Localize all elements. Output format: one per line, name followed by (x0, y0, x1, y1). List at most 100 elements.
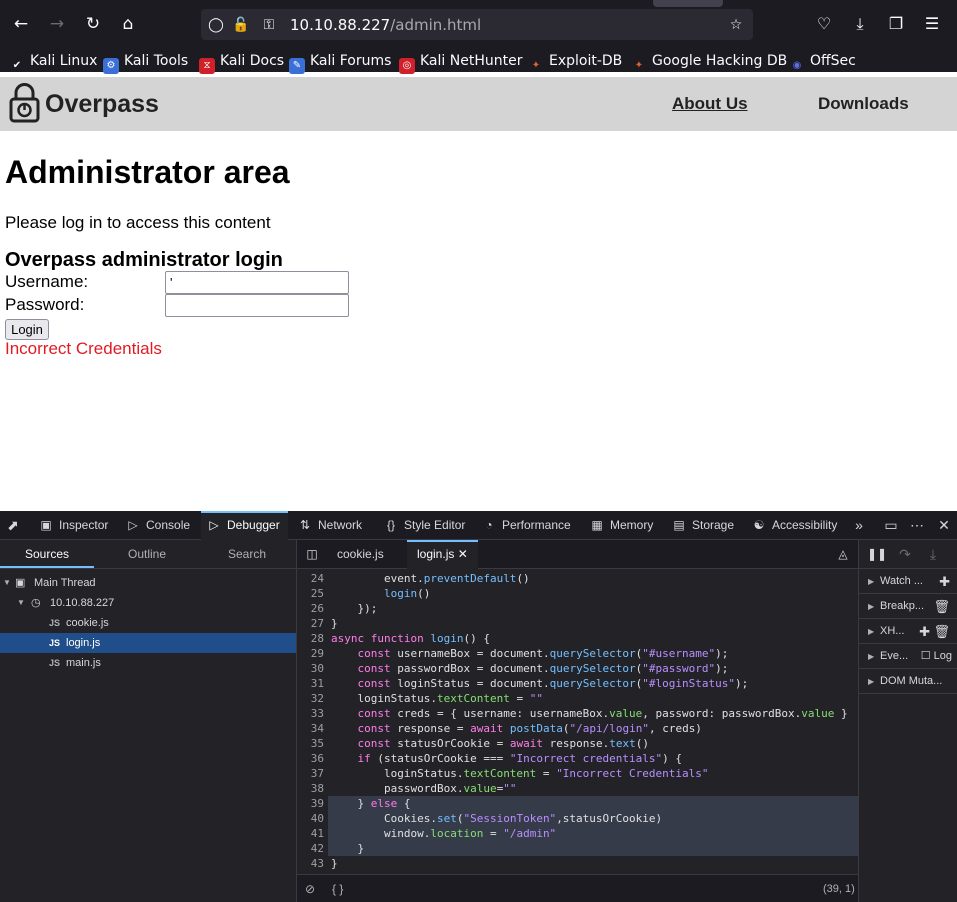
line-number[interactable]: 39 (297, 796, 324, 811)
code-line[interactable]: 41 window.location = "/admin" (297, 826, 858, 841)
downloads-icon[interactable]: ⤓ (848, 12, 872, 36)
nav-downloads[interactable]: Downloads (818, 94, 909, 114)
url-text[interactable]: 10.10.88.227/admin.html (290, 15, 481, 35)
more-options-icon[interactable]: ⋯ (908, 511, 926, 540)
line-number[interactable]: 30 (297, 661, 324, 676)
close-devtools-icon[interactable]: ✕ (935, 511, 953, 540)
tree-file-cookie-js[interactable]: JS cookie.js (0, 613, 296, 633)
code-line[interactable]: 25 login() (297, 586, 858, 601)
code-line[interactable]: 34 const response = await postData("/api… (297, 721, 858, 736)
line-number[interactable]: 43 (297, 856, 324, 871)
code-line[interactable]: 31 const loginStatus = document.querySel… (297, 676, 858, 691)
log-events-checkbox[interactable]: ☐ Log (921, 644, 952, 669)
bookmark-kali-linux[interactable]: ✔ Kali Linux (9, 51, 98, 71)
bookmark-offsec[interactable]: ◉ OffSec (789, 51, 856, 71)
back-arrow-icon[interactable]: ← (9, 12, 33, 36)
add-xhr-icon[interactable]: ✚ (919, 619, 930, 644)
tree-main-thread[interactable]: ▼ ▣ Main Thread (0, 573, 296, 593)
line-number[interactable]: 25 (297, 586, 324, 601)
step-in-icon[interactable]: ⤓ (925, 540, 941, 569)
tree-host[interactable]: ▼ ◷ 10.10.88.227 (0, 593, 296, 613)
add-watch-icon[interactable]: ✚ (939, 569, 950, 594)
bookmark-kali-tools[interactable]: ⚙ Kali Tools (103, 51, 188, 74)
bookmark-google-hacking-db[interactable]: ✦ Google Hacking DB (631, 51, 787, 71)
code-line[interactable]: 24 event.preventDefault() (297, 571, 858, 586)
pause-icon[interactable]: ❚❚ (867, 540, 887, 569)
line-number[interactable]: 42 (297, 841, 324, 856)
tab-debugger[interactable]: ▷ Debugger (201, 511, 288, 540)
insecure-lock-icon[interactable]: 🔓 (231, 15, 251, 35)
line-number[interactable]: 36 (297, 751, 324, 766)
line-number[interactable]: 32 (297, 691, 324, 706)
responsive-design-icon[interactable]: ▭ (882, 511, 900, 540)
tab-memory[interactable]: ▦ Memory (590, 511, 653, 540)
code-line[interactable]: 43} (297, 856, 858, 871)
line-number[interactable]: 40 (297, 811, 324, 826)
code-line[interactable]: 28 async function login() { (297, 631, 858, 646)
trash-icon[interactable]: 🗑 (933, 619, 950, 644)
pretty-print-button[interactable]: { } (332, 875, 343, 902)
code-line[interactable]: 26 }); (297, 601, 858, 616)
menu-icon[interactable]: ☰ (920, 12, 944, 36)
breakpoints-panel[interactable]: ▶ Breakp... 🗑 (859, 594, 957, 619)
nav-about-us[interactable]: About Us (672, 94, 748, 114)
key-icon[interactable]: ⚿ (259, 15, 279, 35)
home-icon[interactable]: ⌂ (116, 12, 140, 36)
toggle-sources-pane-icon[interactable]: ◫ (303, 540, 321, 569)
code-view[interactable]: 24 event.preventDefault() 25 login() 26 })… (297, 569, 858, 874)
reload-icon[interactable]: ↻ (81, 12, 105, 36)
forward-arrow-icon[interactable]: → (45, 12, 69, 36)
login-button[interactable]: Login (5, 319, 49, 340)
site-name[interactable]: Overpass (45, 89, 159, 119)
line-number[interactable]: 35 (297, 736, 324, 751)
code-line[interactable]: 30 const passwordBox = document.querySel… (297, 661, 858, 676)
bookmark-kali-nethunter[interactable]: ◎ Kali NetHunter (399, 51, 522, 74)
trash-icon[interactable]: 🗑 (933, 594, 950, 619)
tab-search[interactable]: Search (200, 540, 294, 569)
line-number[interactable]: 31 (297, 676, 324, 691)
code-line[interactable]: 38 passwordBox.value="" (297, 781, 858, 796)
line-number[interactable]: 38 (297, 781, 324, 796)
element-picker-icon[interactable]: ⬈ (4, 511, 22, 540)
tab-network[interactable]: ⇅ Network (298, 511, 362, 540)
watch-expressions-panel[interactable]: ▶ Watch ... ✚ (859, 569, 957, 594)
code-line[interactable]: 42 } (297, 841, 858, 856)
code-line[interactable]: 37 loginStatus.textContent = "Incorrect … (297, 766, 858, 781)
blackbox-icon[interactable]: ⊘ (305, 875, 315, 902)
tab-console[interactable]: ▷ Console (126, 511, 190, 540)
close-tab-icon[interactable]: ✕ (458, 547, 468, 561)
password-input[interactable] (165, 294, 349, 317)
username-input[interactable] (165, 271, 349, 294)
line-number[interactable]: 41 (297, 826, 324, 841)
xhr-breakpoints-panel[interactable]: ▶ XH... ✚ 🗑 (859, 619, 957, 644)
toggle-right-pane-icon[interactable]: ◬ (834, 540, 852, 569)
url-bar[interactable]: ◯ 🔓 ⚿ 10.10.88.227/admin.html ☆ (201, 9, 753, 40)
tab-sources[interactable]: Sources (0, 540, 94, 569)
code-line[interactable]: 39 } else { (297, 796, 858, 811)
line-number[interactable]: 28 (297, 631, 324, 646)
tab-storage[interactable]: ▤ Storage (672, 511, 734, 540)
bookmark-exploit-db[interactable]: ✦ Exploit-DB (528, 51, 623, 71)
bookmark-star-icon[interactable]: ☆ (726, 15, 746, 35)
more-tabs-chevron-icon[interactable]: » (850, 511, 868, 540)
editor-tab-cookie-js[interactable]: cookie.js (327, 540, 394, 569)
line-number[interactable]: 26 (297, 601, 324, 616)
code-line[interactable]: 33 const creds = { username: usernameBox… (297, 706, 858, 721)
line-number[interactable]: 27 (297, 616, 324, 631)
bookmark-kali-forums[interactable]: ✎ Kali Forums (289, 51, 391, 74)
code-line[interactable]: 27} (297, 616, 858, 631)
line-number[interactable]: 24 (297, 571, 324, 586)
code-line[interactable]: 29 const usernameBox = document.querySel… (297, 646, 858, 661)
code-line[interactable]: 32 loginStatus.textContent = "" (297, 691, 858, 706)
code-line[interactable]: 40 Cookies.set("SessionToken",statusOrCo… (297, 811, 858, 826)
event-listeners-panel[interactable]: ▶ Eve... ☐ Log (859, 644, 957, 669)
step-over-icon[interactable]: ↷ (897, 540, 913, 569)
line-number[interactable]: 34 (297, 721, 324, 736)
extensions-icon[interactable]: ❐ (884, 12, 908, 36)
editor-tab-login-js[interactable]: login.js ✕ (407, 540, 478, 569)
shield-icon[interactable]: ◯ (206, 15, 226, 35)
tab-performance[interactable]: ◔ Performance (482, 511, 570, 540)
line-number[interactable]: 33 (297, 706, 324, 721)
code-line[interactable]: 36 if (statusOrCookie === "Incorrect cre… (297, 751, 858, 766)
code-line[interactable]: 35 const statusOrCookie = await response… (297, 736, 858, 751)
